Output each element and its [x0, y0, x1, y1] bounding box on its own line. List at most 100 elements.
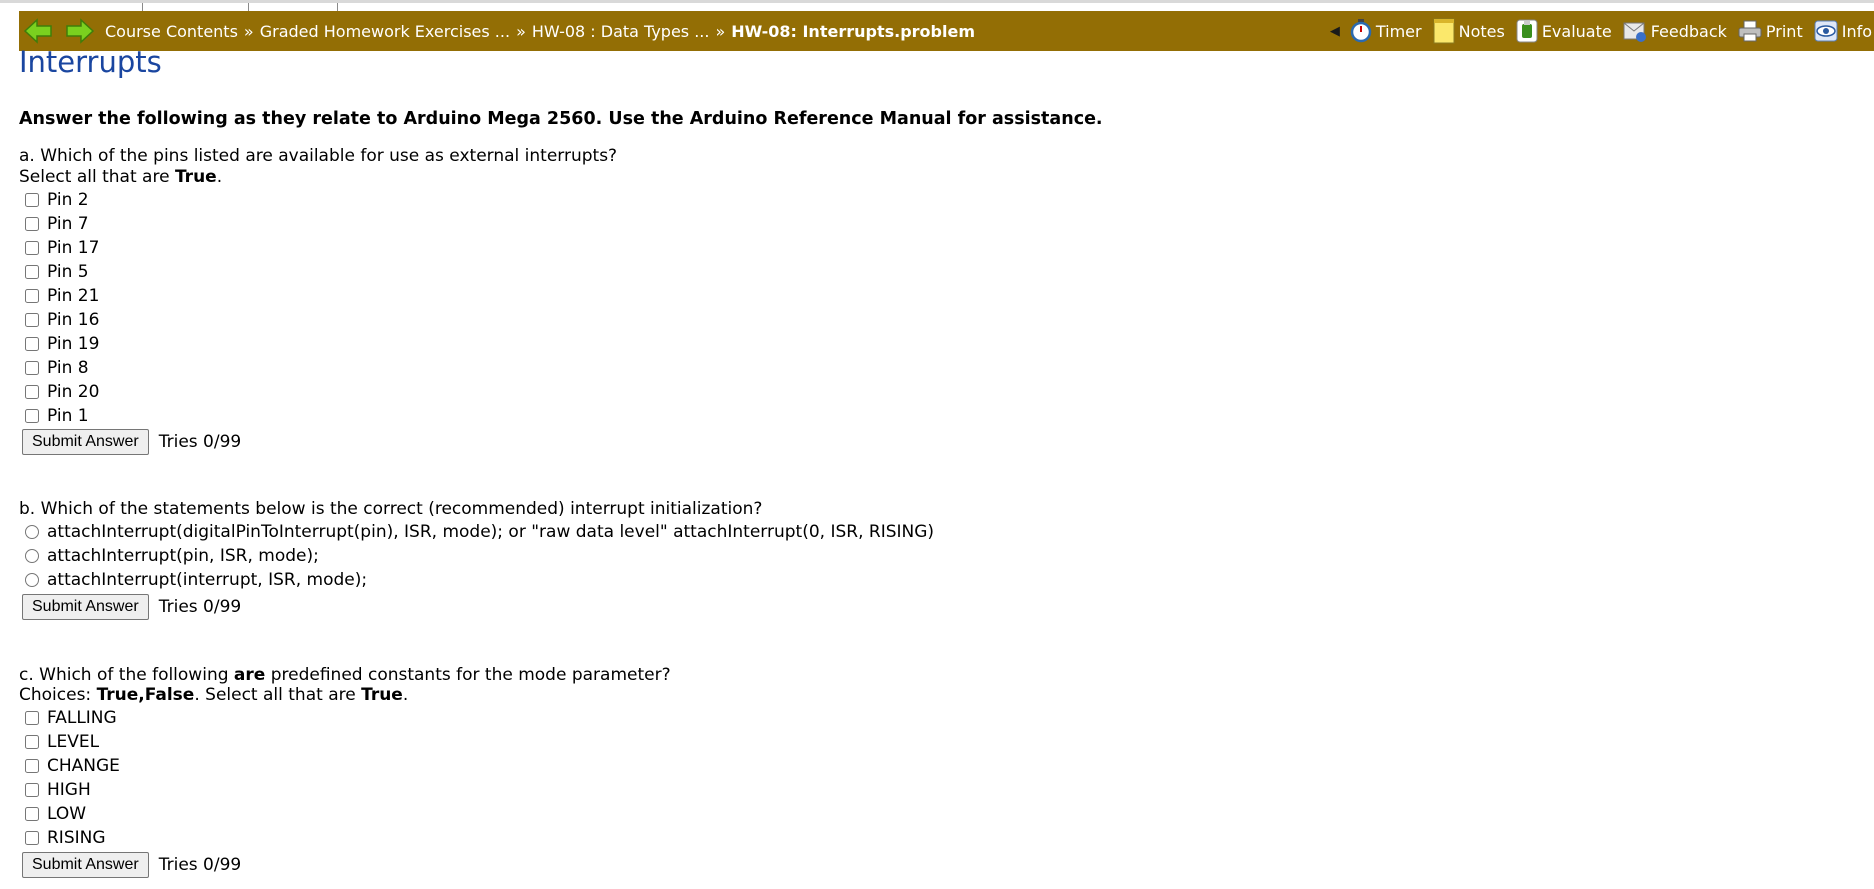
option-label: Pin 16: [47, 310, 100, 330]
toolbar: ◀ Timer Notes Evaluate Feedback Print In…: [1330, 11, 1874, 51]
pin-checkbox[interactable]: [25, 337, 39, 351]
statement-radio[interactable]: [25, 549, 39, 563]
breadcrumb: Course Contents » Graded Homework Exerci…: [105, 22, 975, 41]
question-c-option[interactable]: LOW: [19, 803, 86, 825]
instruction-text: Select all that are: [19, 167, 175, 187]
question-a-option[interactable]: Pin 21: [19, 285, 99, 307]
question-a-option[interactable]: Pin 20: [19, 381, 99, 403]
breadcrumb-course-contents[interactable]: Course Contents: [105, 22, 238, 41]
statement-radio[interactable]: [25, 525, 39, 539]
evaluate-icon: [1516, 18, 1538, 44]
mode-checkbox[interactable]: [25, 807, 39, 821]
timer-label: Timer: [1375, 21, 1422, 41]
pin-checkbox[interactable]: [25, 409, 39, 423]
option-label: Pin 5: [47, 262, 89, 282]
evaluate-button[interactable]: Evaluate: [1516, 18, 1612, 44]
option-label: Pin 19: [47, 334, 100, 354]
question-c-option[interactable]: HIGH: [19, 779, 91, 801]
question-a-option[interactable]: Pin 16: [19, 309, 99, 331]
evaluate-label: Evaluate: [1541, 21, 1612, 41]
option-label: attachInterrupt(interrupt, ISR, mode);: [47, 570, 368, 590]
question-c-option[interactable]: LEVEL: [19, 731, 99, 753]
mode-checkbox[interactable]: [25, 759, 39, 773]
submit-answer-b-button[interactable]: Submit Answer: [22, 594, 149, 620]
info-button[interactable]: Info: [1814, 20, 1872, 42]
print-button[interactable]: Print: [1738, 20, 1803, 42]
question-a-option[interactable]: Pin 8: [19, 357, 89, 379]
choices-text: Choices:: [19, 685, 97, 705]
question-c-option[interactable]: FALLING: [19, 707, 117, 729]
question-c-option[interactable]: RISING: [19, 827, 106, 849]
choices-bold: True,False: [96, 685, 195, 705]
question-b-option[interactable]: attachInterrupt(digitalPinToInterrupt(pi…: [19, 521, 934, 543]
feedback-button[interactable]: Feedback: [1623, 19, 1727, 43]
option-label: attachInterrupt(pin, ISR, mode);: [47, 546, 319, 566]
timer-button[interactable]: Timer: [1350, 19, 1422, 43]
option-label: LEVEL: [47, 732, 100, 752]
question-a-option[interactable]: Pin 7: [19, 213, 89, 235]
question-b-option[interactable]: attachInterrupt(interrupt, ISR, mode);: [19, 569, 367, 591]
notes-label: Notes: [1458, 21, 1505, 41]
breadcrumb-separator: »: [516, 21, 526, 41]
printer-icon: [1738, 20, 1762, 42]
question-a-prompt: a. Which of the pins listed are availabl…: [19, 146, 618, 166]
question-a-option[interactable]: Pin 17: [19, 237, 99, 259]
question-c-instruction: Choices: True,False. Select all that are…: [19, 685, 408, 706]
question-a-instruction: Select all that are True.: [19, 167, 222, 188]
option-label: Pin 17: [47, 238, 100, 258]
question-b-option[interactable]: attachInterrupt(pin, ISR, mode);: [19, 545, 319, 567]
problem-intro: Answer the following as they relate to A…: [19, 109, 1103, 129]
question-c-option[interactable]: CHANGE: [19, 755, 120, 777]
choices-period: .: [402, 685, 409, 705]
navigation-bar: Course Contents » Graded Homework Exerci…: [19, 11, 1874, 51]
notes-button[interactable]: Notes: [1433, 18, 1505, 44]
pin-checkbox[interactable]: [25, 361, 39, 375]
option-label: HIGH: [47, 780, 91, 800]
question-a-option[interactable]: Pin 5: [19, 261, 89, 283]
question-b-prompt: b. Which of the statements below is the …: [19, 499, 763, 519]
option-label: FALLING: [47, 708, 117, 728]
choices-text: . Select all that are: [194, 685, 362, 705]
mode-checkbox[interactable]: [25, 831, 39, 845]
notepad-icon: [1433, 18, 1455, 44]
tries-counter: Tries 0/99: [158, 432, 242, 452]
pin-checkbox[interactable]: [25, 265, 39, 279]
question-c-submit-row: Submit Answer Tries 0/99: [22, 852, 241, 878]
question-b-submit-row: Submit Answer Tries 0/99: [22, 594, 241, 620]
option-label: Pin 21: [47, 286, 100, 306]
question-a-submit-row: Submit Answer Tries 0/99: [22, 429, 241, 455]
option-label: Pin 2: [47, 190, 89, 210]
collapse-triangle-icon[interactable]: ◀: [1330, 24, 1340, 39]
mode-checkbox[interactable]: [25, 711, 39, 725]
question-a-option[interactable]: Pin 19: [19, 333, 99, 355]
pin-checkbox[interactable]: [25, 289, 39, 303]
pin-checkbox[interactable]: [25, 241, 39, 255]
prompt-text: c. Which of the following: [19, 665, 234, 685]
statement-radio[interactable]: [25, 573, 39, 587]
breadcrumb-current-problem: HW-08: Interrupts.problem: [731, 21, 975, 41]
instruction-period: .: [216, 167, 223, 187]
mode-checkbox[interactable]: [25, 735, 39, 749]
question-a-option[interactable]: Pin 1: [19, 405, 89, 427]
breadcrumb-graded-homework[interactable]: Graded Homework Exercises ...: [260, 22, 510, 41]
tries-counter: Tries 0/99: [158, 855, 242, 875]
option-label: Pin 1: [47, 406, 89, 426]
submit-answer-a-button[interactable]: Submit Answer: [22, 429, 149, 455]
pin-checkbox[interactable]: [25, 217, 39, 231]
top-border: [0, 0, 1874, 12]
submit-answer-c-button[interactable]: Submit Answer: [22, 852, 149, 878]
pin-checkbox[interactable]: [25, 385, 39, 399]
question-a-option[interactable]: Pin 2: [19, 189, 89, 211]
pin-checkbox[interactable]: [25, 193, 39, 207]
mode-checkbox[interactable]: [25, 783, 39, 797]
print-label: Print: [1765, 21, 1803, 41]
breadcrumb-hw08-data-types[interactable]: HW-08 : Data Types ...: [532, 22, 710, 41]
option-label: attachInterrupt(digitalPinToInterrupt(pi…: [47, 522, 935, 542]
option-label: RISING: [47, 828, 106, 848]
pin-checkbox[interactable]: [25, 313, 39, 327]
back-arrow-icon[interactable]: [21, 16, 55, 46]
instruction-true: True: [174, 167, 217, 187]
forward-arrow-icon[interactable]: [63, 16, 97, 46]
choices-bold: True: [361, 685, 403, 705]
option-label: Pin 7: [47, 214, 89, 234]
